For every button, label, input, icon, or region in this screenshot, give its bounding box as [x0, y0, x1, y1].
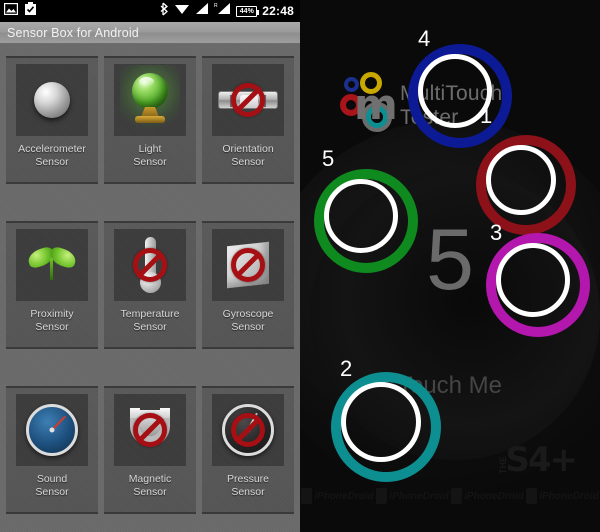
battery-percent-label: 44% [239, 7, 254, 15]
multitouch-tester-app[interactable]: m MultiTouch Tester 5 Touch Me THE S4+ i… [300, 0, 600, 532]
touch-point-2[interactable] [331, 372, 441, 482]
touch-point-4[interactable] [408, 44, 512, 148]
sensor-sub-label: Sensor [133, 321, 167, 333]
sensor-card-light[interactable]: Light Sensor [104, 56, 196, 184]
status-bar-notifications [3, 1, 37, 21]
sensor-sub-label: Sensor [35, 321, 69, 333]
sprout-icon [16, 229, 88, 301]
touch-point-label-3: 3 [490, 220, 503, 245]
sensor-name-label: Proximity [30, 308, 74, 320]
sensor-card-temperature[interactable]: Temperature Sensor [104, 221, 196, 349]
bluetooth-icon [160, 2, 169, 21]
disabled-overlay-icon [231, 413, 265, 447]
phone-icon [376, 488, 388, 504]
bulb-icon [114, 64, 186, 136]
touch-ring-white [341, 382, 421, 462]
sensor-sub-label: Sensor [231, 486, 265, 498]
level-icon [212, 64, 284, 136]
sensor-card-sound[interactable]: Sound Sensor [6, 386, 98, 514]
sensor-card-magnetic[interactable]: Magnetic Sensor [104, 386, 196, 514]
disabled-overlay-icon [133, 248, 167, 282]
app-title-label: Sensor Box for Android [7, 25, 139, 40]
watermark-iphonedroid: iPhoneDroid [376, 488, 449, 504]
watermark-s4-label: S4+ [505, 440, 578, 480]
sensor-sub-label: Sensor [133, 486, 167, 498]
sensor-name-label: Accelerometer [18, 143, 86, 155]
touch-ring-white [496, 243, 570, 317]
sensor-name-label: Gyroscope [222, 308, 274, 320]
touch-point-label-2: 2 [340, 356, 353, 381]
status-bar-system-icons: R 44% 22:48 [160, 2, 296, 21]
watermark-row: iPhoneDroid iPhoneDroid iPhoneDroid iPho… [300, 488, 600, 504]
sensor-card-pressure[interactable]: Pressure Sensor [202, 386, 294, 514]
touch-point-5[interactable] [314, 169, 418, 273]
sensor-sub-label: Sensor [35, 486, 69, 498]
roaming-signal-icon: R [214, 2, 231, 20]
logo-letter-m-icon: m [354, 80, 398, 129]
magnet-icon [114, 394, 186, 466]
battery-icon: 44% [236, 5, 260, 17]
thermometer-icon [114, 229, 186, 301]
pressure-gauge-icon [212, 394, 284, 466]
wifi-icon [174, 2, 190, 20]
device-screen: R 44% 22:48 Sensor Box for Android Accel… [0, 0, 600, 532]
sensor-sub-label: Sensor [133, 156, 167, 168]
signal-icon [195, 2, 209, 20]
touch-point-3[interactable] [486, 233, 590, 337]
sensor-row: Accelerometer Sensor Light Sensor Orient… [6, 56, 294, 196]
sensor-sub-label: Sensor [231, 321, 265, 333]
sensor-card-orientation[interactable]: Orientation Sensor [202, 56, 294, 184]
cube-icon [212, 229, 284, 301]
watermark-iphonedroid: iPhoneDroid [526, 488, 599, 504]
sensor-grid: Accelerometer Sensor Light Sensor Orient… [0, 44, 300, 532]
sensor-name-label: Temperature [120, 308, 180, 320]
sensor-sub-label: Sensor [231, 156, 265, 168]
disabled-overlay-icon [231, 248, 265, 282]
disabled-overlay-icon [133, 413, 167, 447]
touch-point-label-4: 4 [418, 26, 431, 51]
sensor-box-app: R 44% 22:48 Sensor Box for Android Accel… [0, 0, 300, 532]
sensor-name-label: Pressure [226, 473, 269, 485]
sensor-card-proximity[interactable]: Proximity Sensor [6, 221, 98, 349]
touch-point-label-1: 1 [480, 103, 493, 128]
touch-point-label-5: 5 [322, 146, 335, 171]
sensor-name-label: Light [138, 143, 162, 155]
ball-icon [16, 64, 88, 136]
sensor-row: Sound Sensor Magnetic Sensor Pressure Se… [6, 386, 294, 526]
touch-ring-white [324, 179, 398, 253]
sensor-name-label: Magnetic [128, 473, 172, 485]
gauge-icon [16, 394, 88, 466]
phone-icon [301, 488, 313, 504]
phone-icon [451, 488, 463, 504]
watermark-iphonedroid: iPhoneDroid [451, 488, 524, 504]
sensor-name-label: Sound [36, 473, 68, 485]
sensor-card-gyroscope[interactable]: Gyroscope Sensor [202, 221, 294, 349]
sensor-name-label: Orientation [222, 143, 274, 155]
disabled-overlay-icon [231, 83, 265, 117]
app-title-bar: Sensor Box for Android [0, 22, 300, 44]
sensor-sub-label: Sensor [35, 156, 69, 168]
watermark-iphonedroid: iPhoneDroid [301, 488, 374, 504]
touch-ring-white [486, 145, 556, 215]
sensor-card-accelerometer[interactable]: Accelerometer Sensor [6, 56, 98, 184]
sensor-row: Proximity Sensor Temperature Sensor Gyro… [6, 221, 294, 361]
clipboard-check-icon [24, 1, 37, 21]
svg-text:R: R [214, 3, 218, 9]
clock-label: 22:48 [262, 4, 294, 18]
phone-icon [526, 488, 538, 504]
image-icon [3, 2, 19, 20]
android-status-bar: R 44% 22:48 [0, 0, 300, 22]
